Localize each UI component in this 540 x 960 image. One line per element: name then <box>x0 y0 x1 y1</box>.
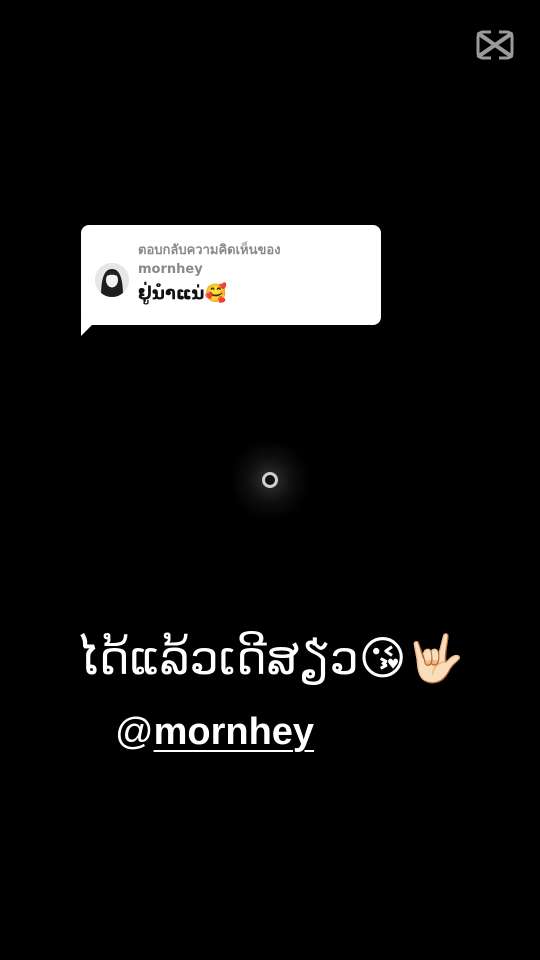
video-frame: ตอบกลับความคิดเห็นของ mornhey ຢູ່ນຳແນ່🥰 … <box>0 0 540 960</box>
reply-header: ตอบกลับความคิดเห็นของ mornhey <box>138 241 374 279</box>
mention-tag[interactable]: @mornhey <box>115 708 314 756</box>
mention-at-sign: @ <box>115 711 154 753</box>
avatar[interactable] <box>95 263 129 297</box>
bubble-tail <box>81 318 99 336</box>
capcut-logo-icon <box>476 28 514 62</box>
loading-spinner-icon <box>260 470 280 490</box>
reply-comment-text: ຢູ່ນຳແນ່🥰 <box>138 283 227 304</box>
reply-header-username[interactable]: mornhey <box>138 260 374 279</box>
video-caption: ໄດ້ແລ້ວເດີສຽ່ວ😘🤟🏻 <box>76 631 464 685</box>
reply-comment-bubble[interactable]: ตอบกลับความคิดเห็นของ mornhey ຢູ່ນຳແນ່🥰 <box>81 225 381 325</box>
reply-header-label: ตอบกลับความคิดเห็นของ <box>138 243 281 258</box>
mention-handle[interactable]: mornhey <box>154 711 314 753</box>
